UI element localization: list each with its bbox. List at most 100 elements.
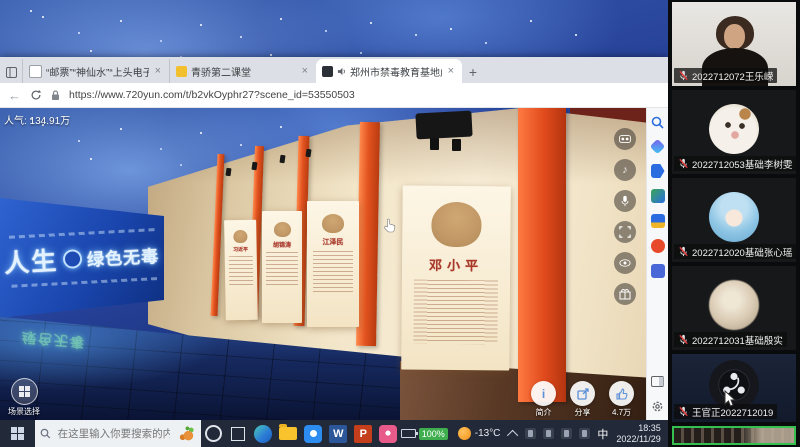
tab-close-icon[interactable]: × <box>153 65 163 77</box>
search-icon[interactable] <box>651 116 664 129</box>
mic-muted-icon <box>678 406 689 417</box>
hand-cursor-icon <box>382 218 398 234</box>
sidebar-toggle-icon[interactable] <box>651 376 664 387</box>
tray-notes-icon[interactable] <box>543 428 554 439</box>
copilot-icon[interactable] <box>650 139 666 155</box>
taskbar-pink-app[interactable] <box>376 420 401 447</box>
share-button[interactable]: 分享 <box>570 381 595 418</box>
active-speaker-tile[interactable] <box>672 426 796 445</box>
mic-muted-icon <box>678 246 689 257</box>
vr-mode-button[interactable] <box>614 128 636 150</box>
tray-volume-icon[interactable] <box>579 428 590 439</box>
outlook-icon[interactable] <box>651 264 665 278</box>
clock-date: 2022/11/29 <box>616 434 660 445</box>
participant-video-tile[interactable]: 2022712031基础殷实 <box>672 266 796 350</box>
anime-avatar <box>709 192 759 242</box>
refresh-icon[interactable] <box>30 89 42 101</box>
temperature-label: -13°C <box>475 428 501 439</box>
panorama-viewport[interactable]: 人生 绿色无毒 绿色无毒 习近平 <box>0 108 646 421</box>
audio-narration-button[interactable] <box>614 190 636 212</box>
spotlight <box>452 139 461 151</box>
search-decoration-icon <box>177 426 196 442</box>
tab-virtual-museum-active[interactable]: 郑州市禁毒教育基地虚拟三… × <box>316 59 462 83</box>
participant-video-tile[interactable]: 2022712072王乐嵘 <box>672 2 796 86</box>
led-text-sub: 绿色无毒 <box>86 241 159 270</box>
meeting-participant-panel: 2022712072王乐嵘 2022712053基础李树雯 2022712020… <box>668 0 800 447</box>
tab-news-article[interactable]: “邮票”“神仙水”“上头电子烟”诱… × <box>22 59 169 83</box>
scene-grid-icon[interactable] <box>11 378 38 405</box>
taskbar-clock[interactable]: 18:35 2022/11/29 <box>616 423 660 445</box>
qingjiao-favicon-icon <box>176 66 187 77</box>
leader-poster-large: 邓小平 <box>401 186 511 371</box>
taskbar-meeting-app[interactable] <box>301 420 326 447</box>
taskbar-edge[interactable] <box>251 420 276 447</box>
led-screen: 人生 绿色无毒 <box>0 198 164 318</box>
tab-close-icon[interactable]: × <box>446 65 456 77</box>
weather-widget[interactable]: -13°C <box>458 427 501 440</box>
view-toggle-button[interactable] <box>614 252 636 274</box>
spotlight <box>430 138 439 150</box>
leader-poster: 习近平 <box>224 220 258 321</box>
weather-icon <box>458 427 471 440</box>
office-icon[interactable] <box>651 239 665 253</box>
poster-text-lines <box>313 251 354 293</box>
vertical-tabs-button[interactable] <box>0 61 22 83</box>
audio-playing-icon <box>337 67 346 76</box>
image-tool-icon[interactable] <box>651 189 665 203</box>
participant-video-tile[interactable]: 2022712020基础张心瑶 <box>672 178 796 262</box>
portrait <box>274 222 291 237</box>
battery-status[interactable]: 100% <box>401 420 448 447</box>
share-icon[interactable] <box>570 381 595 406</box>
music-button[interactable]: ♪ <box>614 159 636 181</box>
desktop: “邮票”“神仙水”“上头电子烟”诱… × 青骄第二课堂 × 郑州市禁毒教育基地虚… <box>0 0 800 447</box>
tab-close-icon[interactable]: × <box>300 65 310 77</box>
tray-folder-icon[interactable] <box>561 428 572 439</box>
taskbar-file-explorer[interactable] <box>276 420 301 447</box>
windows-logo-icon <box>11 427 24 440</box>
screenshot-button[interactable] <box>614 221 636 243</box>
system-tray: 中 <box>510 426 608 442</box>
mic-muted-icon <box>678 334 689 345</box>
battery-percent-badge: 100% <box>419 428 448 440</box>
viewer-tools: ♪ <box>614 128 636 305</box>
address-bar-url[interactable]: https://www.720yun.com/t/b2vkOyphr27?sce… <box>69 89 355 101</box>
new-tab-button[interactable]: + <box>462 61 484 83</box>
task-view-button[interactable] <box>226 420 251 447</box>
ime-indicator[interactable]: 中 <box>597 426 608 442</box>
tab-bar: “邮票”“神仙水”“上头电子烟”诱… × 青骄第二课堂 × 郑州市禁毒教育基地虚… <box>0 57 668 83</box>
gift-button[interactable] <box>614 283 636 305</box>
tray-mic-icon[interactable] <box>525 428 536 439</box>
like-button[interactable]: 4.7万 <box>609 381 634 418</box>
browser-window: “邮票”“神仙水”“上头电子烟”诱… × 青骄第二课堂 × 郑州市禁毒教育基地虚… <box>0 57 668 420</box>
scene-select-button[interactable]: 场景选择 <box>8 378 40 417</box>
participant-video-tile[interactable]: 2022712053基础李树雯 <box>672 90 796 174</box>
pink-app-icon <box>379 425 397 443</box>
participant-nameplate: 2022712020基础张心瑶 <box>674 244 796 259</box>
participant-video-tile[interactable]: 王官正2022712019 <box>672 354 796 422</box>
poster-text-lines <box>228 256 253 286</box>
thumbs-up-icon[interactable] <box>609 381 634 406</box>
cortana-button[interactable] <box>201 420 226 447</box>
orange-pillar <box>356 122 380 346</box>
portrait <box>431 202 481 247</box>
taskbar-word[interactable]: W <box>326 420 351 447</box>
tray-expand-icon[interactable] <box>507 429 518 440</box>
taskbar-search[interactable] <box>35 420 201 447</box>
viewer-bottom-controls: i 简介 分享 4.7万 <box>531 381 634 418</box>
start-button[interactable] <box>0 420 35 447</box>
info-button[interactable]: i 简介 <box>531 381 556 418</box>
blurred-avatar <box>709 280 759 330</box>
poster-text-lines <box>266 252 297 288</box>
tab-qingjiao[interactable]: 青骄第二课堂 × <box>169 59 316 83</box>
collections-icon[interactable] <box>651 214 665 228</box>
taskbar-powerpoint[interactable]: P <box>351 420 376 447</box>
shopping-tag-icon[interactable] <box>651 164 665 178</box>
cortana-icon <box>205 425 222 442</box>
tab-title: 青骄第二课堂 <box>191 64 296 79</box>
info-icon[interactable]: i <box>531 381 556 406</box>
ceiling-light-fixture <box>415 111 472 140</box>
gear-icon[interactable] <box>651 400 664 413</box>
leader-poster: 胡锦涛 <box>262 211 302 323</box>
search-input[interactable] <box>56 427 172 441</box>
back-icon[interactable]: ← <box>8 89 21 102</box>
